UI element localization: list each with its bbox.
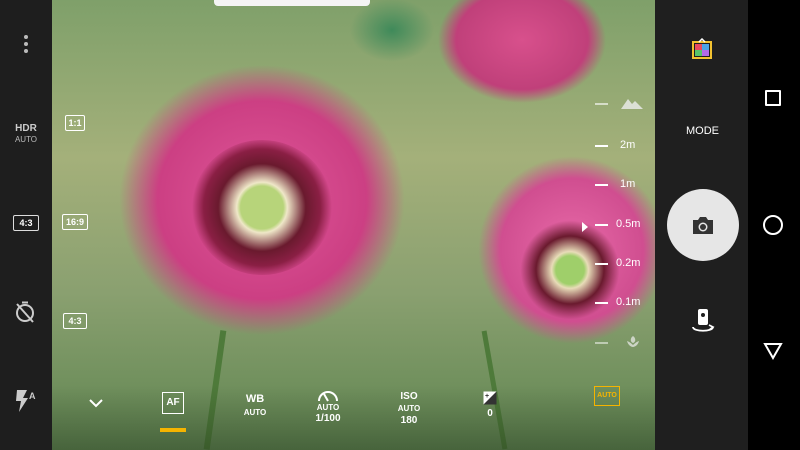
focus-tick-top — [595, 103, 608, 105]
exposure-icon: + — [483, 391, 497, 405]
chevron-down-icon[interactable] — [88, 396, 104, 410]
af-button[interactable]: AF — [160, 392, 186, 434]
af-selected-indicator — [160, 428, 186, 432]
af-label: AF — [162, 392, 184, 414]
more-options-icon[interactable] — [20, 34, 32, 54]
flower-center-right — [520, 220, 620, 320]
left-sidebar: HDR AUTO 4:3 A — [0, 0, 52, 450]
iso-sub: AUTO — [397, 403, 421, 413]
wb-value: AUTO — [243, 407, 267, 417]
back-icon[interactable] — [763, 342, 783, 361]
shutter-speed-label: AUTO — [316, 403, 340, 412]
iso-button[interactable]: ISO AUTO 180 — [392, 391, 426, 426]
aspect-option-1-1[interactable]: 1:1 — [65, 115, 85, 131]
recents-icon[interactable] — [765, 90, 781, 106]
camera-icon — [691, 215, 715, 235]
shutter-speed-icon — [306, 389, 350, 402]
wb-label: WB — [245, 393, 265, 405]
filter-palette-icon[interactable] — [691, 37, 713, 60]
right-control-panel: MODE — [655, 0, 748, 450]
iso-label: ISO — [400, 391, 418, 402]
aspect-ratio-menu: 1:1 16:9 4:3 — [52, 0, 98, 390]
exposure-button[interactable]: + 0 — [478, 391, 502, 420]
shutter-speed-button[interactable]: AUTO 1/100 — [306, 389, 350, 425]
macro-flower-icon — [625, 334, 641, 350]
focus-label: 2m — [620, 139, 636, 151]
wb-button[interactable]: WB AUTO — [238, 393, 272, 417]
shutter-button[interactable] — [667, 189, 739, 261]
focus-tick — [595, 184, 608, 186]
landscape-icon — [621, 96, 643, 110]
focus-label: 0.1m — [616, 296, 641, 308]
focus-pointer-icon — [582, 219, 588, 232]
camera-preview[interactable] — [52, 0, 655, 450]
focus-tick — [595, 145, 608, 147]
hdr-value: AUTO — [14, 135, 38, 144]
focus-label: 1m — [620, 178, 636, 190]
focus-label: 0.5m — [616, 218, 641, 230]
focus-tick-selected — [595, 224, 608, 226]
navigation-bar — [748, 0, 800, 450]
bottom-controls — [52, 385, 655, 450]
switch-camera-icon[interactable] — [691, 308, 715, 334]
timer-off-icon[interactable] — [13, 300, 37, 324]
flower-center-left — [192, 140, 332, 275]
shutter-speed-value: 1/100 — [315, 413, 341, 425]
aspect-option-4-3[interactable]: 4:3 — [63, 313, 87, 329]
focus-tick — [595, 263, 608, 265]
exposure-value: 0 — [487, 408, 493, 419]
home-icon[interactable] — [763, 215, 783, 235]
focus-tick-bottom — [595, 342, 608, 344]
auto-mode-badge[interactable]: AUTO — [594, 386, 620, 406]
hdr-button[interactable]: HDR AUTO — [6, 124, 46, 144]
iso-value: 180 — [400, 414, 418, 426]
svg-text:+: + — [485, 393, 489, 400]
mode-button[interactable]: MODE — [675, 125, 730, 137]
hdr-label: HDR — [15, 123, 37, 134]
aspect-ratio-button[interactable]: 4:3 — [13, 215, 39, 231]
focus-tick — [595, 302, 608, 304]
aspect-option-16-9[interactable]: 16:9 — [62, 214, 88, 230]
flash-auto-icon[interactable]: A — [13, 388, 39, 414]
svg-text:A: A — [29, 391, 36, 401]
focus-label: 0.2m — [616, 257, 641, 269]
top-handle — [214, 0, 370, 6]
